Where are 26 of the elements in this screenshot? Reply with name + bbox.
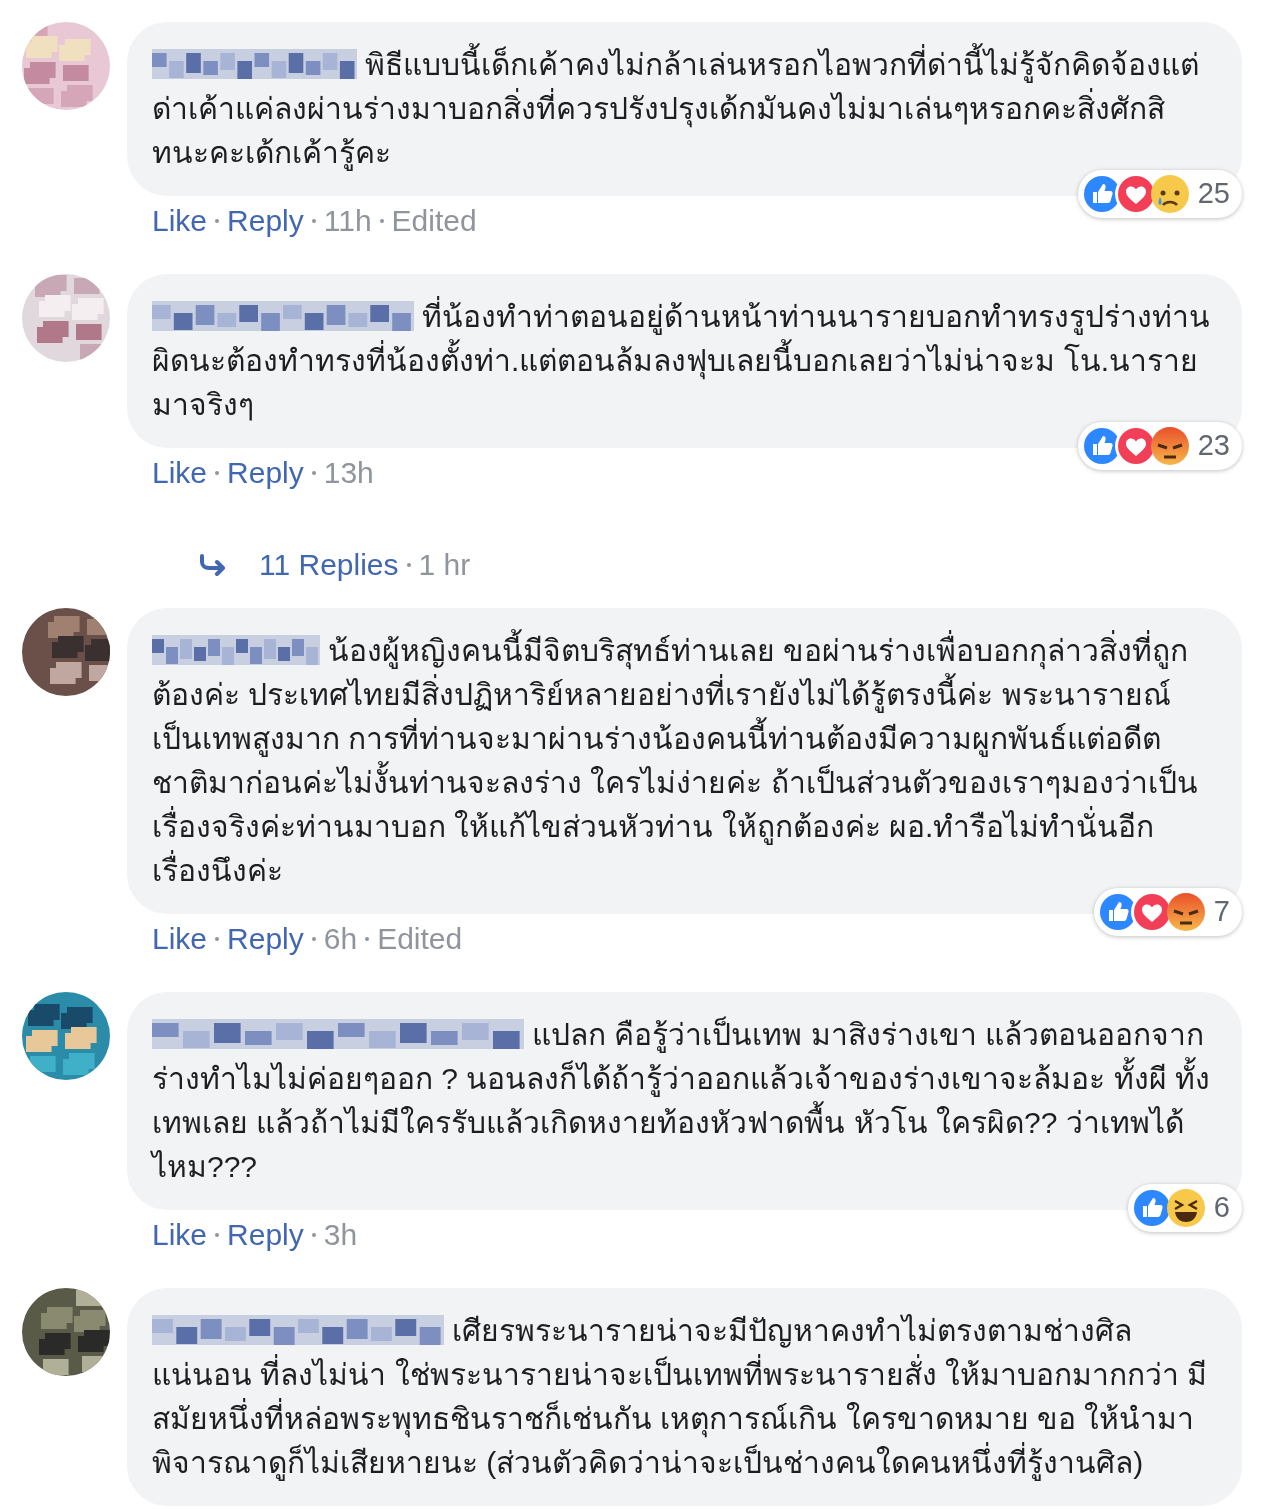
action-link[interactable]: Reply xyxy=(227,1218,304,1252)
reaction-badge[interactable]: 25 xyxy=(1077,170,1242,218)
timestamp[interactable]: 6h xyxy=(323,922,358,956)
reaction-badge[interactable]: 23 xyxy=(1077,422,1242,470)
action-link[interactable]: Like xyxy=(152,922,208,956)
timestamp[interactable]: 11h xyxy=(323,204,372,238)
timestamp[interactable]: 13h xyxy=(323,456,374,490)
reaction-count: 6 xyxy=(1213,1190,1230,1226)
reaction-count: 7 xyxy=(1213,894,1230,930)
action-link[interactable]: Like xyxy=(152,1218,208,1252)
comment-text: เศียรพระนารายน่าจะมีปัญหาคงทำไม่ตรงตามช่างศิลแน่นอน ที่ลงไม่น่า ใช่พระนารายน่าจะเป็นเทพที่พระนารายสั่ง ให้มาบอกมากกว่า มีสมัยหนึ่งที่หล่อพระพุทธชินราชก็เช่นกัน เหตุการณ์เกิน ใครขาดหมาย ขอ ให้นำมาพิจารณาดูก็ไม่เสียหายนะ (ส่วนตัวคิดว่าน่าจะเป็นช่างคนใดคนหนึ่งที่รู้งานศิล) xyxy=(152,1313,1209,1483)
edited-label[interactable]: Edited xyxy=(391,204,477,238)
replies-link[interactable]: 11 Replies xyxy=(259,548,399,582)
action-link[interactable]: Reply xyxy=(227,456,304,490)
action-link[interactable]: Reply xyxy=(227,922,304,956)
reaction-count: 23 xyxy=(1197,428,1230,464)
action-link[interactable]: Like xyxy=(152,204,208,238)
comment-text: แปลก คือรู้ว่าเป็นเทพ มาสิงร่างเขา แล้วตอนออกจากร่างทำไมไม่ค่อยๆออก ? นอนลงก็ได้ถ้ารู้ว่าออกแล้วเจ้าของร่างเขาจะล้มอะ ทั้งผี ทั้งเทพเลย แล้วถ้าไม่มีใครรับแล้วเกิดหงายท้องหัวฟาดพื้น หัวโน ใครผิด?? ว่าเทพได้ไหม??? xyxy=(152,1015,1212,1185)
action-link[interactable]: Like xyxy=(152,456,208,490)
reaction-count: 25 xyxy=(1197,176,1230,212)
reaction-badge[interactable]: 6 xyxy=(1127,1184,1242,1232)
reaction-badge[interactable]: 7 xyxy=(1093,888,1242,936)
timestamp: 1 hr xyxy=(418,548,471,582)
edited-label[interactable]: Edited xyxy=(377,922,463,956)
action-link[interactable]: Reply xyxy=(227,204,304,238)
timestamp[interactable]: 3h xyxy=(323,1218,358,1252)
